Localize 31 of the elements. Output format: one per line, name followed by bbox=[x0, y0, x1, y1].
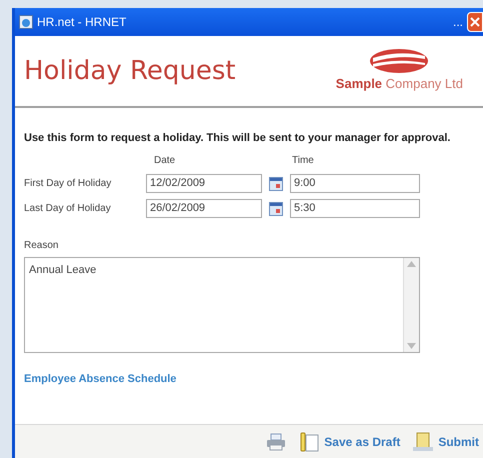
date-field[interactable]: 26/02/2009 bbox=[146, 199, 262, 218]
browser-icon bbox=[19, 15, 33, 29]
close-icon bbox=[470, 17, 480, 27]
time-field[interactable]: 5:30 bbox=[290, 199, 420, 218]
save-draft-button[interactable]: Save as Draft bbox=[294, 426, 404, 456]
scrollbar[interactable] bbox=[403, 258, 419, 352]
reason-textarea[interactable]: Annual Leave bbox=[24, 257, 420, 353]
column-header: Date bbox=[153, 154, 176, 168]
title-ellipsis: ... bbox=[452, 14, 463, 31]
calendar-icon[interactable] bbox=[269, 202, 283, 216]
field-label: Last Day of Holiday bbox=[24, 202, 112, 216]
window-title: HR.net - HRNET bbox=[37, 14, 126, 31]
calendar-icon[interactable] bbox=[269, 176, 283, 190]
page-heading: Holiday Request bbox=[24, 54, 236, 88]
field-label: First Day of Holiday bbox=[24, 177, 112, 191]
time-field[interactable]: 9:00 bbox=[290, 174, 420, 193]
company-logo bbox=[369, 48, 430, 74]
document-icon bbox=[412, 430, 434, 452]
submit-button[interactable]: Submit bbox=[408, 426, 483, 456]
logo-suffix: Company Ltd bbox=[386, 76, 463, 92]
column-header: Time bbox=[291, 154, 315, 168]
scroll-up-icon[interactable] bbox=[407, 261, 416, 267]
printer-icon bbox=[266, 432, 286, 450]
scroll-down-icon[interactable] bbox=[407, 343, 416, 349]
notepad-icon bbox=[298, 430, 320, 452]
date-field[interactable]: 12/02/2009 bbox=[146, 174, 262, 193]
logo-name: Sample bbox=[336, 76, 382, 92]
intro-text: Use this form to request a holiday. This will be sent to your manager for approval. bbox=[24, 132, 452, 145]
reason-label: Reason bbox=[24, 239, 60, 253]
schedule-link[interactable]: Employee Absence Schedule bbox=[24, 371, 474, 388]
close-button[interactable] bbox=[467, 12, 483, 32]
